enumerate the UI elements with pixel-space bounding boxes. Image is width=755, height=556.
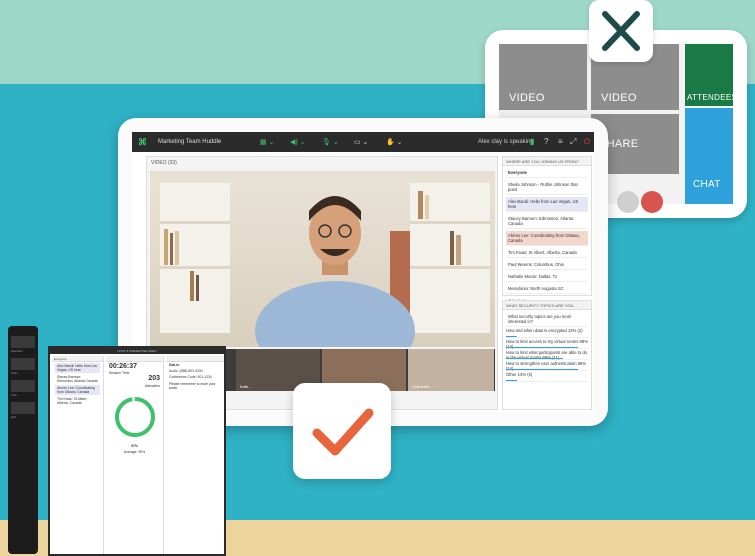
poll-option[interactable]: How and when data is encrypted 13% (2) <box>506 328 588 338</box>
poll-option[interactable]: Other 13% (2) <box>506 372 588 382</box>
poll-option-label: How and when data is encrypted <box>506 328 567 333</box>
phone-device: Attendees Video Chat Q&A <box>8 326 38 554</box>
poll-option[interactable]: How to strengthen user authentication 88… <box>506 361 588 371</box>
engagement-label: Average: 95% <box>123 450 146 455</box>
host-chat-message: Ahmer Lee: Coordinating from Ottawa, Can… <box>55 385 100 395</box>
chat-message: Nathalie Moore: Dallas, Tx <box>506 272 588 282</box>
signal-icon: ▮ <box>530 137 535 146</box>
record-dot <box>641 191 663 213</box>
speaker-status: Alex clay is speaking <box>478 139 534 145</box>
attendees-tile-label: ATTENDEES <box>687 93 738 102</box>
chat-message: Sheila Johnson - Ruthie Johnson that poi… <box>506 180 588 195</box>
check-icon <box>312 408 374 456</box>
phone-tile <box>11 358 35 370</box>
chat-message: Stacey Barnum: Edmonton, Atlanta Canada <box>506 214 588 229</box>
fullscreen-icon[interactable]: ⤢ <box>570 137 576 147</box>
poll-result-bar <box>506 369 579 370</box>
microphone-icon[interactable]: 🎙 ⌄ <box>322 138 339 146</box>
phone-tile <box>11 402 35 414</box>
phone-tile <box>11 380 35 392</box>
raise-hand-icon[interactable]: ✋ ⌄ <box>386 138 403 146</box>
attendees-tile: ATTENDEES <box>685 44 737 106</box>
chat-message: Meredonia: North Augusta SC <box>506 284 588 294</box>
poll-pod: WHAT SECURITY TOPICS ARE YOU... What sec… <box>502 300 592 410</box>
app-logo-icon: ⌘ <box>138 137 147 147</box>
host-chat-header: Everyone <box>52 356 103 362</box>
host-notes-column: Dial-in Audio: (888) 803 4200 Conference… <box>166 356 224 554</box>
chat-tile: CHAT <box>685 108 733 204</box>
video-tile: VIDEO <box>499 44 587 110</box>
phone-label: Chat <box>11 394 17 397</box>
poll-option-result: 13% (2) <box>517 372 533 377</box>
poll-option-label: How to strengthen user authentication <box>506 361 577 366</box>
layout-icon[interactable]: ▦ ⌄ <box>260 138 274 146</box>
host-chat-message: Alex Bandi: Hello from Las Vegas, US her… <box>55 363 100 373</box>
chat-message: Alex Bandi: Hello from Las Vegas, US her… <box>506 197 588 212</box>
participant-thumbnail[interactable]: Catherine... <box>408 349 494 391</box>
chat-message: Tim Kivas: St Albert, Alberta, Canada <box>506 248 588 258</box>
host-stats-column: 00:26:37 Session Time 203 Attendees 97% … <box>106 356 164 554</box>
poll-pod-title: WHAT SECURITY TOPICS ARE YOU... <box>503 301 591 310</box>
poll-result-bar <box>506 358 563 359</box>
notes-line: Please remember to mute your audio <box>169 381 216 390</box>
chat-tile-label: CHAT <box>693 179 721 190</box>
poll-question: What security topics are you most intere… <box>506 312 588 327</box>
chat-message: Paul Weems: Columbus, Ohio <box>506 260 588 270</box>
host-chat-message: Stacey Barnum: Edmonton, Atlanta Canada <box>57 375 98 383</box>
host-panel: HOST & PRESENTER AREA Everyone Alex Band… <box>48 346 226 556</box>
side-pods: WHERE ARE YOU JOINING US FROM? Everyone … <box>502 156 592 410</box>
host-window-title: HOST & PRESENTER AREA <box>50 348 224 354</box>
chat-message: Ahmer Lee: Coordinating from Ottawa, Can… <box>506 231 588 246</box>
help-icon[interactable]: ? <box>544 137 548 146</box>
host-chat-message: Tim Kivas: St Albert, Alberta, Canada <box>57 397 88 405</box>
poll-result-bar <box>506 380 517 381</box>
phone-label: Attendees <box>11 350 23 353</box>
phone-label: Video <box>11 372 18 375</box>
participant-name: Catherine... <box>412 384 433 389</box>
video-pod-title: VIDEO (33) <box>151 160 177 166</box>
poll-option[interactable]: How to limit what participants are able … <box>506 350 588 360</box>
engagement-gauge <box>114 396 155 437</box>
poll-option[interactable]: How to limit access to my virtual rooms … <box>506 339 588 349</box>
poll-result-bar <box>506 336 517 337</box>
meeting-title[interactable]: Marketing Team Huddle <box>158 139 221 145</box>
power-icon[interactable]: ⏻ <box>584 137 590 147</box>
video-tile-label: VIDEO <box>509 92 545 104</box>
camera-icon[interactable]: ▭ ⌄ <box>354 138 368 146</box>
main-video[interactable] <box>150 171 495 347</box>
session-timer: 00:26:37 <box>109 363 138 370</box>
poll-option-label: How to limit access to my virtual rooms <box>506 339 579 344</box>
speaker-icon[interactable]: ◀) ⌄ <box>290 138 306 146</box>
host-chat-column: Everyone Alex Bandi: Hello from Las Vega… <box>52 356 104 554</box>
meeting-toolbar: ⌘ Marketing Team Huddle ▦ ⌄ ◀) ⌄ 🎙 ⌄ ▭ ⌄… <box>132 132 594 152</box>
poll-option-result: 13% (2) <box>567 328 583 333</box>
close-icon <box>602 11 640 51</box>
menu-icon[interactable]: ≡ <box>558 137 563 146</box>
video-tile-label: VIDEO <box>601 92 637 104</box>
chat-tab[interactable]: Everyone <box>506 168 588 178</box>
participant-name: Kath... <box>240 384 252 389</box>
phone-label: Q&A <box>11 416 17 419</box>
close-card[interactable] <box>589 0 653 62</box>
presenter-figure <box>255 196 415 347</box>
chat-pod: WHERE ARE YOU JOINING US FROM? Everyone … <box>502 156 592 306</box>
check-card[interactable] <box>293 383 391 479</box>
poll-option-label: Other <box>506 372 517 377</box>
poll-result-bar <box>506 347 579 348</box>
chat-pod-title: WHERE ARE YOU JOINING US FROM? <box>503 157 591 166</box>
status-dot <box>617 191 639 213</box>
phone-tile <box>11 336 35 348</box>
attendee-count-label: Attendees <box>144 383 160 388</box>
